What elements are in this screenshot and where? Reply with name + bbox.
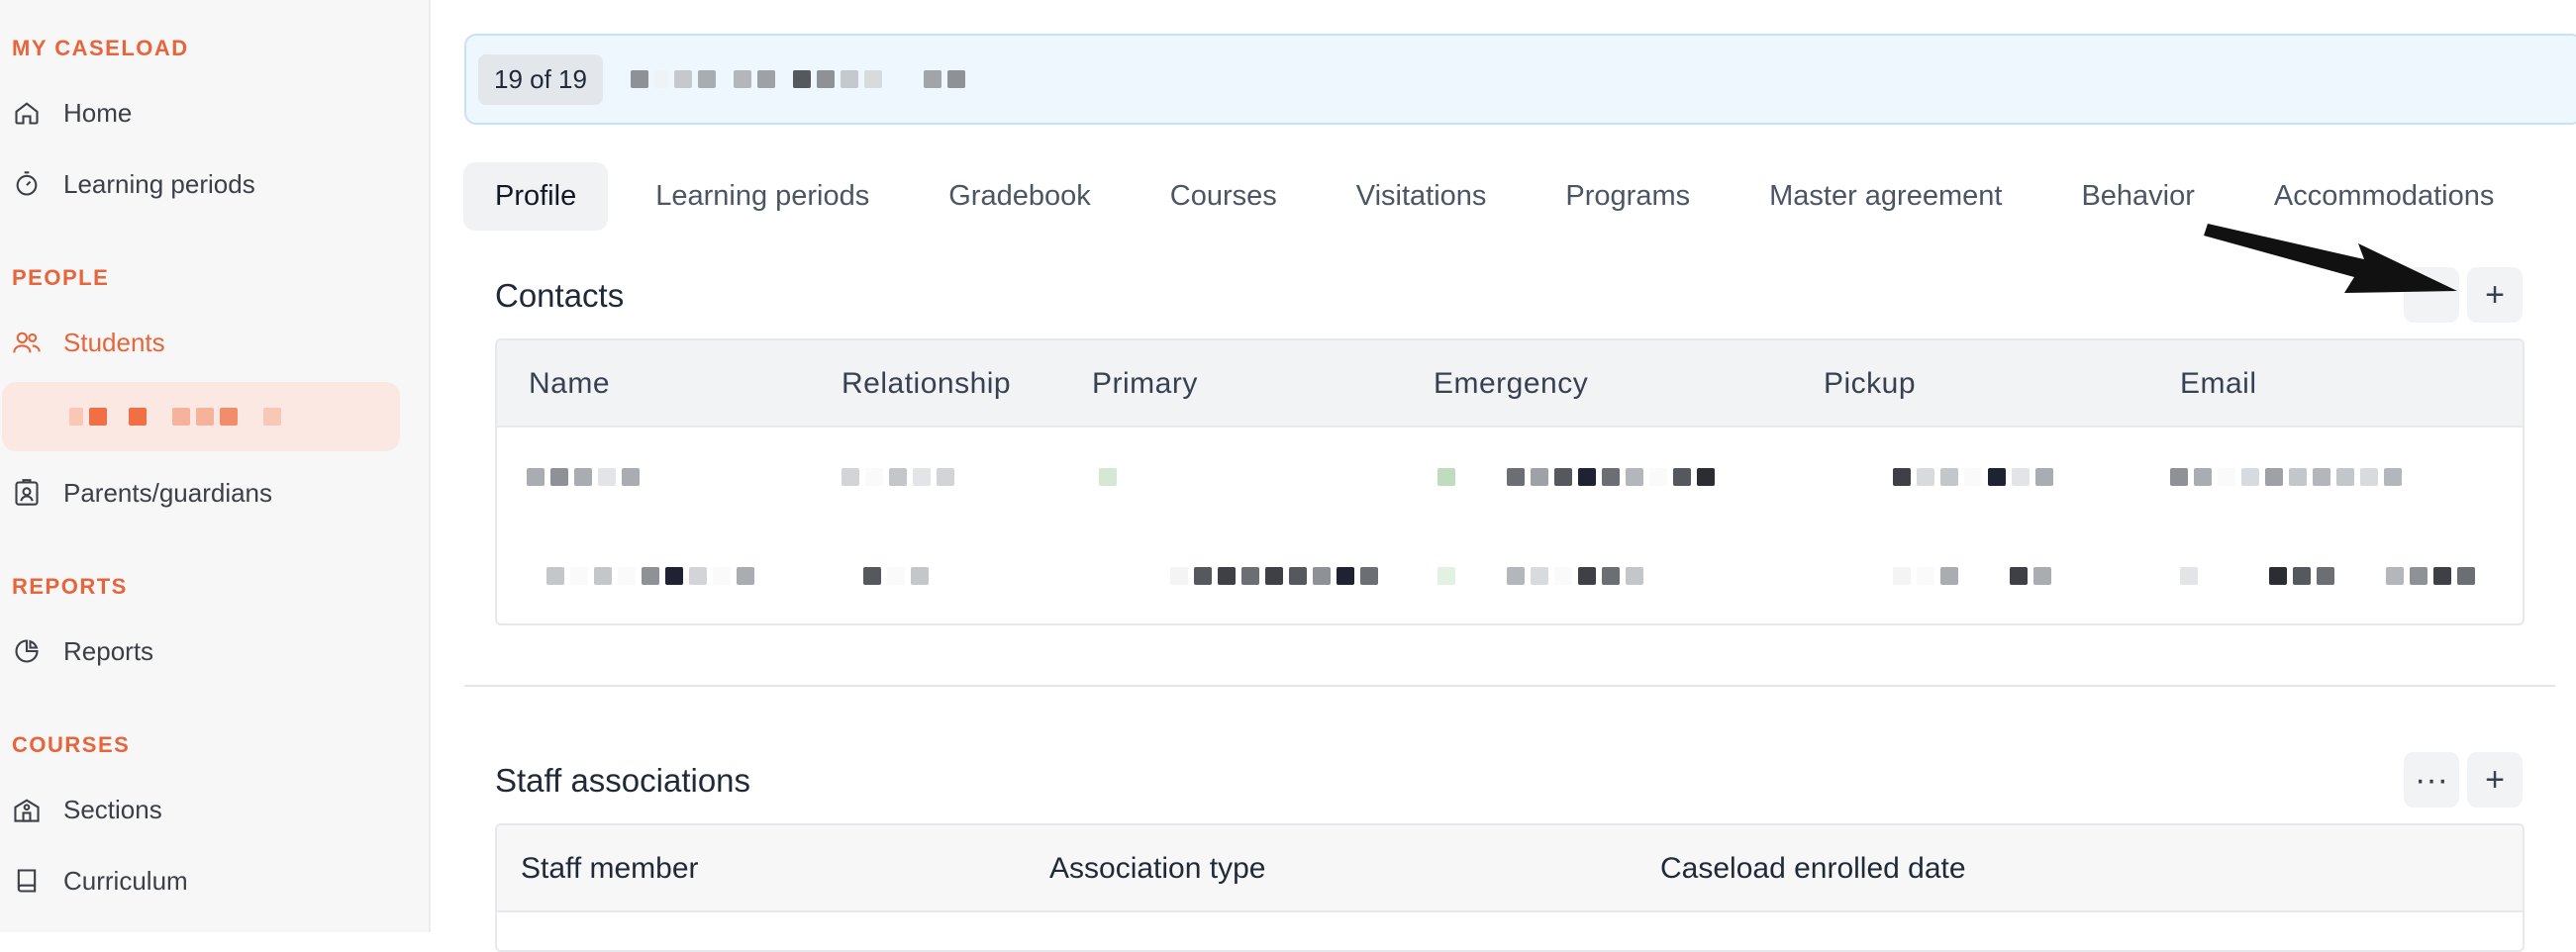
record-navigation-banner: 19 of 19: [464, 34, 2576, 125]
cell-emergency-redacted: [1437, 526, 1649, 623]
cell-relationship-redacted: [842, 428, 960, 526]
book-icon: [12, 866, 42, 896]
sidebar-item-label: Reports: [63, 635, 154, 666]
staff-associations-table: Staff member Association type Caseload e…: [495, 823, 2525, 952]
staff-more-button[interactable]: ···: [2404, 752, 2459, 808]
annotation-arrow-icon: [2204, 224, 2457, 293]
record-count-badge: 19 of 19: [478, 53, 603, 105]
table-row[interactable]: [497, 428, 2523, 526]
cell-email-redacted: [2180, 526, 2481, 623]
id-badge-icon: [12, 478, 42, 508]
cell-name-redacted: [546, 526, 760, 623]
sidebar-item-curriculum[interactable]: Curriculum: [12, 857, 188, 904]
section-label-people: PEOPLE: [12, 265, 110, 290]
cell-primary-indicator: [1099, 428, 1123, 526]
sidebar-item-label: Curriculum: [63, 865, 188, 896]
timer-icon: [12, 169, 42, 199]
contacts-table: Name Relationship Primary Emergency Pick…: [495, 338, 2525, 625]
tab-courses[interactable]: Courses: [1139, 162, 1309, 231]
users-icon: [12, 328, 42, 357]
sidebar-item-label: Learning periods: [63, 168, 255, 199]
sidebar-item-parents-guardians[interactable]: Parents/guardians: [12, 469, 272, 517]
staff-table-header: Staff member Association type Caseload e…: [497, 825, 2523, 912]
home-icon: [12, 98, 42, 128]
tab-visitations[interactable]: Visitations: [1325, 162, 1519, 231]
sidebar-subitem-selected-student[interactable]: [2, 382, 400, 451]
staff-associations-title: Staff associations: [495, 762, 751, 799]
sidebar-item-sections[interactable]: Sections: [12, 786, 162, 833]
cell-emergency-redacted: [1437, 428, 1721, 526]
sidebar-item-reports[interactable]: Reports: [12, 627, 153, 675]
section-label-courses: COURSES: [12, 732, 131, 757]
column-header-relationship[interactable]: Relationship: [842, 340, 1011, 428]
sidebar-item-label: Home: [63, 97, 133, 128]
tab-master-agreement[interactable]: Master agreement: [1737, 162, 2033, 231]
sidebar-item-label: Parents/guardians: [63, 477, 273, 508]
column-header-emergency[interactable]: Emergency: [1434, 340, 1588, 428]
cell-relationship-redacted: [863, 526, 935, 623]
column-header-email[interactable]: Email: [2180, 340, 2257, 428]
staff-add-button[interactable]: +: [2467, 752, 2523, 808]
contacts-table-header: Name Relationship Primary Emergency Pick…: [497, 340, 2523, 428]
tab-gradebook[interactable]: Gradebook: [917, 162, 1123, 231]
student-name-redacted: [630, 70, 971, 88]
table-row[interactable]: [497, 526, 2523, 623]
cell-primary-redacted: [1170, 526, 1384, 623]
tab-profile[interactable]: Profile: [463, 161, 609, 231]
tab-learning-periods[interactable]: Learning periods: [624, 162, 901, 231]
school-icon: [12, 795, 42, 824]
section-label-my-caseload: MY CASELOAD: [12, 36, 189, 60]
column-header-name[interactable]: Name: [529, 340, 610, 428]
column-header-primary[interactable]: Primary: [1092, 340, 1198, 428]
column-header-caseload-enrolled-date[interactable]: Caseload enrolled date: [1660, 825, 1966, 912]
column-header-association-type[interactable]: Association type: [1049, 825, 1265, 912]
pie-chart-icon: [12, 636, 42, 666]
sidebar-item-home[interactable]: Home: [12, 89, 132, 137]
column-header-staff-member[interactable]: Staff member: [521, 825, 699, 912]
tab-programs[interactable]: Programs: [1534, 162, 1722, 231]
section-label-reports: REPORTS: [12, 574, 128, 599]
sidebar-item-learning-periods[interactable]: Learning periods: [12, 160, 255, 208]
sidebar-item-label: Sections: [63, 794, 162, 824]
column-header-pickup[interactable]: Pickup: [1824, 340, 1916, 428]
sidebar: MY CASELOAD Home Learning periods PEOPLE…: [0, 0, 431, 932]
cell-email-redacted: [2170, 428, 2408, 526]
section-divider: [464, 685, 2555, 687]
cell-pickup-redacted: [1893, 428, 2059, 526]
sidebar-item-students[interactable]: Students: [12, 319, 165, 366]
sidebar-item-label: Students: [63, 327, 165, 357]
contacts-add-button[interactable]: +: [2467, 267, 2523, 323]
cell-name-redacted: [527, 428, 645, 526]
cell-pickup-redacted: [1893, 526, 2057, 623]
contacts-title: Contacts: [495, 277, 625, 314]
